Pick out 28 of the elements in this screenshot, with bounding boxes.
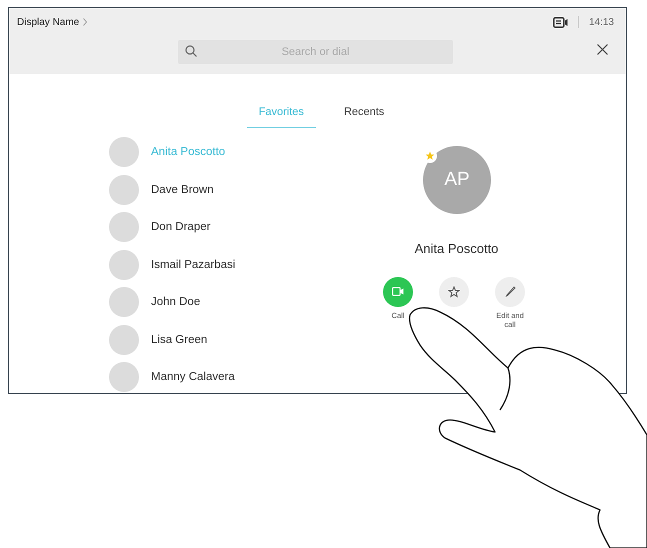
contact-avatar: AP (423, 146, 491, 214)
avatar (109, 174, 139, 204)
chevron-icon (83, 18, 88, 26)
pencil-icon (504, 286, 516, 297)
close-button[interactable] (597, 44, 608, 55)
search-icon (185, 45, 197, 57)
video-camera-icon (392, 287, 404, 296)
search-field[interactable]: Search or dial (178, 40, 453, 64)
avatar (109, 137, 139, 167)
clock-time: 14:13 (588, 16, 614, 30)
avatar (109, 250, 139, 280)
contact-name-heading: Anita Poscotto (414, 240, 500, 258)
avatar (109, 324, 139, 354)
contact-name[interactable]: Dave Brown (139, 182, 214, 199)
contact-name[interactable]: Ismail Pazarbasi (139, 256, 236, 274)
avatar (109, 362, 139, 392)
edit-button[interactable] (495, 276, 525, 306)
contact-name[interactable]: John Doe (139, 294, 200, 312)
favorite-button[interactable] (439, 276, 469, 306)
screen-share-icon[interactable] (552, 16, 568, 28)
star-icon (448, 286, 460, 298)
contact-name[interactable]: Manny Calavera (139, 369, 235, 386)
display-name[interactable]: Display Name (17, 14, 80, 30)
contact-name[interactable]: Lisa Green (139, 332, 208, 349)
contact-name[interactable]: Don Draper (139, 219, 210, 236)
avatar (109, 212, 139, 242)
tab[interactable]: Recents (332, 100, 396, 128)
avatar (109, 287, 139, 317)
